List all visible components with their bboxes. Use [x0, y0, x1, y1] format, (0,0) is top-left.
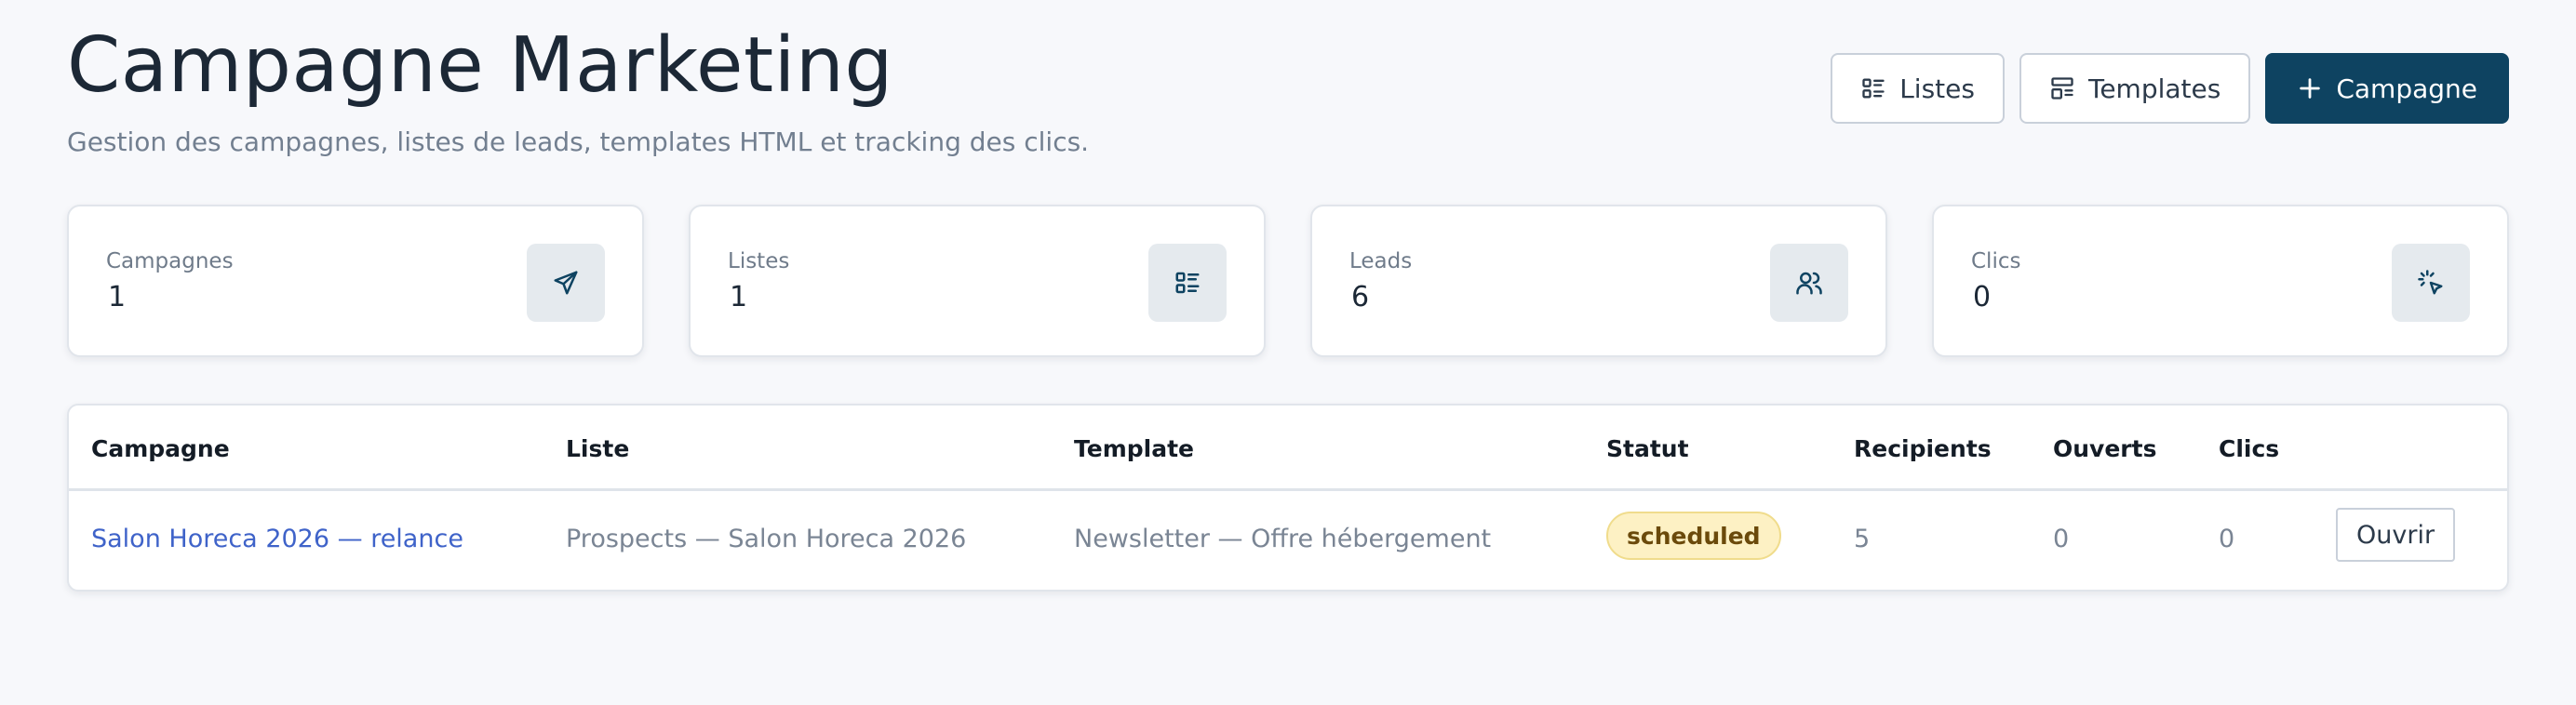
- status-badge: scheduled: [1606, 512, 1781, 560]
- list-icon: [1860, 75, 1886, 101]
- page-subtitle: Gestion des campagnes, listes de leads, …: [67, 126, 1090, 157]
- cell-list: Prospects — Salon Horeca 2026: [566, 525, 967, 553]
- column-header-clicks: Clics: [2219, 435, 2280, 462]
- stat-card-lists: Listes 1: [689, 205, 1266, 357]
- column-header-campaign: Campagne: [91, 435, 230, 462]
- templates-button[interactable]: Templates: [2019, 53, 2251, 124]
- layout-template-icon: [2049, 75, 2075, 101]
- new-campaign-button-label: Campagne: [2336, 73, 2477, 104]
- cell-opened: 0: [2053, 525, 2070, 553]
- lists-button[interactable]: Listes: [1831, 53, 2005, 124]
- header-actions: Listes Templates Campagne: [1831, 53, 2509, 124]
- list-icon: [1148, 244, 1227, 322]
- stat-value: 1: [108, 281, 127, 313]
- cell-clicks: 0: [2219, 525, 2235, 553]
- cell-recipients: 5: [1854, 525, 1871, 553]
- click-icon: [2392, 244, 2470, 322]
- table-row: Salon Horeca 2026 — relance Prospects — …: [69, 491, 2507, 590]
- open-campaign-button[interactable]: Ouvrir: [2336, 508, 2456, 562]
- stat-value: 0: [1973, 281, 1992, 313]
- stat-label: Listes: [728, 249, 790, 273]
- stat-value: 6: [1351, 281, 1370, 313]
- stat-label: Clics: [1971, 249, 2021, 273]
- column-header-list: Liste: [566, 435, 630, 462]
- cell-template: Newsletter — Offre hébergement: [1074, 525, 1492, 553]
- column-header-opened: Ouverts: [2053, 435, 2157, 462]
- lists-button-label: Listes: [1899, 73, 1975, 104]
- stat-card-campaigns: Campagnes 1: [67, 205, 644, 357]
- new-campaign-button[interactable]: Campagne: [2265, 53, 2509, 124]
- templates-button-label: Templates: [2087, 73, 2221, 104]
- stat-value: 1: [730, 281, 748, 313]
- stat-label: Campagnes: [106, 249, 234, 273]
- page-header: Campagne Marketing Gestion des campagnes…: [67, 21, 1090, 158]
- column-header-recipients: Recipients: [1854, 435, 1992, 462]
- send-icon: [527, 244, 605, 322]
- stats-row: Campagnes 1 Listes 1 Leads 6 Clics 0: [67, 205, 2509, 357]
- campaigns-table: Campagne Liste Template Statut Recipient…: [67, 404, 2509, 592]
- campaign-link[interactable]: Salon Horeca 2026 — relance: [91, 525, 463, 553]
- column-header-status: Statut: [1606, 435, 1689, 462]
- stat-card-leads: Leads 6: [1310, 205, 1887, 357]
- stat-card-clicks: Clics 0: [1932, 205, 2509, 357]
- plus-icon: [2297, 75, 2323, 101]
- page-title: Campagne Marketing: [67, 21, 893, 110]
- column-header-template: Template: [1074, 435, 1194, 462]
- stat-label: Leads: [1349, 249, 1413, 273]
- users-icon: [1770, 244, 1848, 322]
- table-header: Campagne Liste Template Statut Recipient…: [69, 406, 2507, 491]
